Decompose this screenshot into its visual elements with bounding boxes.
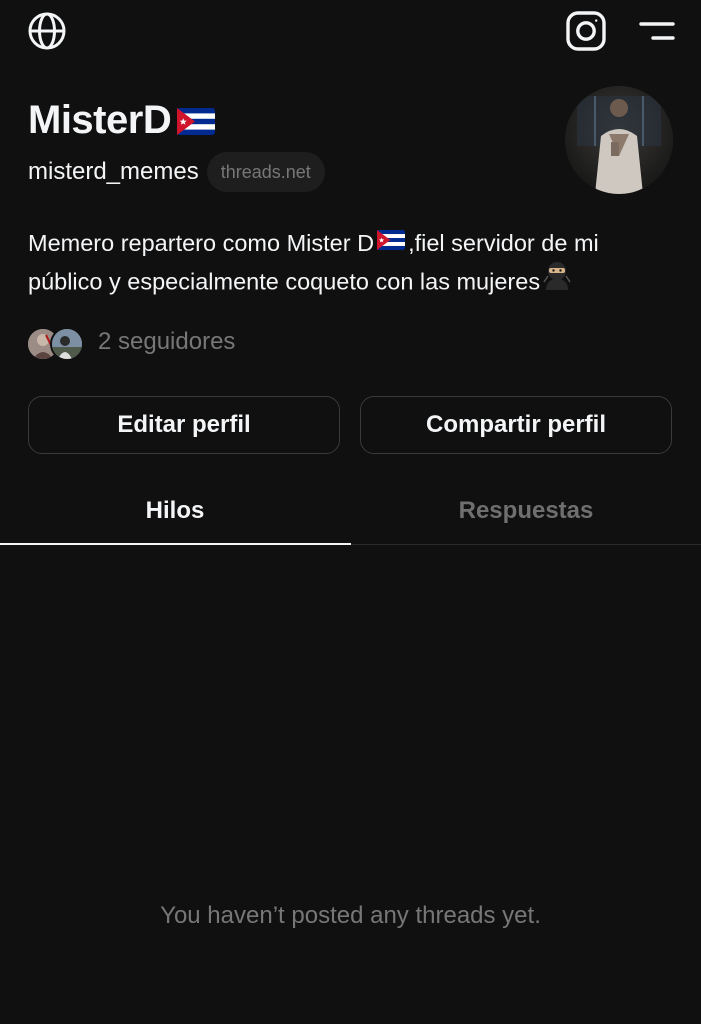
empty-state-message: You haven’t posted any threads yet. — [160, 902, 541, 929]
profile-bio: Memero repartero como Mister D ,fiel ser… — [28, 225, 678, 304]
top-bar — [0, 0, 701, 64]
profile-tabs: Hilos Respuestas — [0, 478, 701, 545]
profile-avatar[interactable] — [565, 86, 673, 194]
instagram-icon[interactable] — [564, 9, 608, 53]
menu-icon[interactable] — [636, 14, 678, 48]
ninja-emoji-icon — [542, 260, 572, 301]
display-name-text: MisterD — [28, 98, 172, 142]
follower-avatars — [26, 325, 86, 361]
handle-row: misterd_memes threads.net — [28, 151, 325, 193]
cuba-flag-icon — [377, 224, 406, 261]
follower-avatar — [50, 327, 84, 361]
share-profile-button[interactable]: Compartir perfil — [360, 396, 672, 454]
followers-count[interactable]: 2 seguidores — [98, 328, 235, 356]
profile-display-name: MisterD — [28, 96, 216, 145]
tab-respuestas[interactable]: Respuestas — [351, 478, 701, 544]
globe-icon[interactable] — [26, 10, 68, 52]
threads-profile-page: MisterD misterd_memes threads.net Memero… — [0, 0, 701, 1024]
tab-hilos[interactable]: Hilos — [0, 478, 350, 544]
cuba-flag-icon — [177, 100, 216, 145]
profile-handle: misterd_memes — [28, 158, 199, 185]
edit-profile-button[interactable]: Editar perfil — [28, 396, 340, 454]
bio-text-part1: Memero repartero como Mister D — [28, 230, 375, 256]
active-tab-indicator — [0, 543, 351, 545]
threads-domain-badge[interactable]: threads.net — [206, 152, 325, 192]
followers-row[interactable]: 2 seguidores — [26, 323, 235, 361]
